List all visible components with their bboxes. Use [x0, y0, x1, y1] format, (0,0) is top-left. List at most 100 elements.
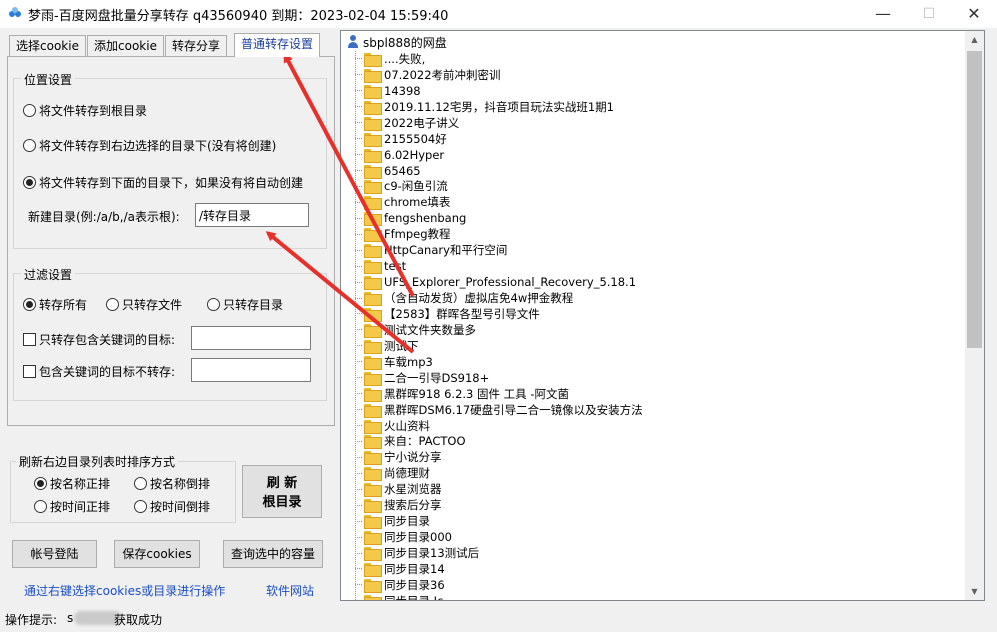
close-button[interactable]: ✕ [951, 0, 997, 28]
folder-icon [364, 196, 382, 211]
folder-icon [364, 276, 382, 291]
scroll-up-icon[interactable]: ▲ [965, 31, 984, 48]
query-capacity-button[interactable]: 查询选中的容量 [223, 540, 323, 568]
tree-folder-item[interactable]: 宁小说分享 [355, 449, 955, 466]
option-label: 按时间倒排 [150, 500, 211, 514]
folder-icon [364, 100, 382, 115]
tree-folder-item[interactable]: 来自：PACTOO [355, 434, 955, 450]
checkbox-indicator[interactable] [23, 333, 36, 346]
tab-transfer-share[interactable]: 转存分享 [165, 35, 228, 57]
tab-normal-transfer-settings[interactable]: 普通转存设置 [234, 33, 321, 57]
sort-option-time-asc[interactable]: 按时间正排 [34, 498, 110, 515]
tree-folder-item[interactable]: 同步目录000 [355, 529, 955, 546]
refresh-root-button[interactable]: 刷 新 根目录 [242, 465, 322, 518]
folder-icon [364, 467, 382, 482]
sort-option-time-desc[interactable]: 按时间倒排 [134, 498, 210, 515]
tree-folder-item[interactable]: 6.02Hyper [355, 147, 955, 163]
refresh-root-line1: 刷 新 [266, 476, 298, 491]
location-option-root[interactable]: 将文件转存到根目录 [23, 102, 147, 119]
sort-option-name-desc[interactable]: 按名称倒排 [134, 475, 210, 492]
tree-folder-item[interactable]: 搜索后分享 [355, 497, 955, 514]
save-cookies-button[interactable]: 保存cookies [114, 540, 200, 568]
radio-indicator[interactable] [106, 298, 119, 311]
minimize-button[interactable]: — [860, 0, 906, 28]
user-icon [347, 35, 359, 49]
radio-indicator[interactable] [23, 298, 36, 311]
tree-folder-item[interactable]: chrome填表 [355, 194, 955, 211]
tree-folder-item[interactable]: 【2583】群晖各型号引导文件 [355, 306, 955, 322]
exclude-keyword-checkbox[interactable]: 包含关键词的目标不转存: [23, 363, 175, 380]
tree-folder-item[interactable]: 二合一引导DS918+ [355, 370, 955, 386]
tree-folder-item[interactable]: 07.2022考前冲刺密训 [355, 67, 955, 83]
location-option-custom-dir[interactable]: 将文件转存到下面的目录下，如果没有将自动创建 [23, 174, 303, 191]
account-login-button[interactable]: 帐号登陆 [12, 540, 97, 568]
tree-root-node[interactable]: sbpl888的网盘 [347, 34, 447, 50]
folder-icon [364, 212, 382, 227]
checkbox-label: 包含关键词的目标不转存: [39, 365, 176, 379]
tree-folder-item[interactable]: 2022电子讲义 [355, 115, 955, 131]
option-label: 只转存目录 [223, 298, 284, 312]
tree-folder-item[interactable]: 黑群晖DSM6.17硬盘引导二合一镜像以及安装方法 [355, 402, 955, 418]
tree-folder-item[interactable]: 14398 [355, 83, 955, 99]
folder-name: 同步目录13测试后 [384, 546, 480, 561]
tree-folder-item[interactable]: 测试下 [355, 338, 955, 354]
radio-indicator[interactable] [134, 477, 147, 490]
tree-folder-item[interactable]: 同步目录 [355, 513, 955, 530]
tree-folder-item[interactable]: 火山资料 [355, 418, 955, 434]
tree-folder-item[interactable]: 同步目录14 [355, 561, 955, 577]
include-keyword-input[interactable] [191, 326, 311, 350]
radio-indicator[interactable] [23, 176, 36, 189]
radio-indicator[interactable] [207, 298, 220, 311]
exclude-keyword-input[interactable] [191, 358, 311, 382]
tree-folder-item[interactable]: 2155504好 [355, 131, 955, 147]
scroll-thumb[interactable] [967, 51, 982, 348]
tree-folder-item[interactable]: 2019.11.12宅男，抖音项目玩法实战班1期1 [355, 99, 955, 115]
tree-folder-item[interactable]: 车载mp3 [355, 354, 955, 370]
tree-folder-item[interactable]: test [355, 258, 955, 275]
folder-icon [364, 260, 382, 275]
tree-folder-item[interactable]: c9-闲鱼引流 [355, 179, 955, 195]
sort-option-name-asc[interactable]: 按名称正排 [34, 475, 110, 492]
tab-add-cookie[interactable]: 添加cookie [87, 35, 164, 57]
tree-folder-item[interactable]: 同步目录 Jc [355, 593, 955, 600]
tree-folder-item[interactable]: 尚德理财 [355, 465, 955, 482]
filter-option-files-only[interactable]: 只转存文件 [106, 296, 182, 313]
tree-scrollbar[interactable]: ▲ ▼ [965, 31, 984, 600]
tree-folder-item[interactable]: HttpCanary和平行空间 [355, 242, 955, 259]
tree-folder-item[interactable]: 测试文件夹数量多 [355, 322, 955, 338]
tree-folder-item[interactable]: UFS_Explorer_Professional_Recovery_5.18.… [355, 274, 955, 291]
tree-folder-item[interactable]: 黑群晖918 6.2.3 固件 工具 -阿文菌 [355, 386, 955, 402]
tab-select-cookie[interactable]: 选择cookie [9, 35, 86, 57]
software-website-link[interactable]: 软件网站 [266, 582, 314, 599]
radio-indicator[interactable] [34, 477, 47, 490]
folder-name: UFS_Explorer_Professional_Recovery_5.18.… [384, 275, 637, 290]
netdisk-tree[interactable]: sbpl888的网盘 ....失败, 07.2022考前冲刺密训 14398 2019… [340, 30, 985, 601]
checkbox-indicator[interactable] [23, 365, 36, 378]
filter-option-dirs-only[interactable]: 只转存目录 [207, 296, 283, 313]
folder-name: c9-闲鱼引流 [384, 179, 448, 194]
location-option-right-dir[interactable]: 将文件转存到右边选择的目录下(没有将创建) [23, 137, 276, 154]
folder-name: 水星浏览器 [384, 482, 442, 497]
checkbox-label: 只转存包含关键词的目标: [39, 333, 176, 347]
tree-folder-item[interactable]: fengshenbang [355, 210, 955, 227]
radio-indicator[interactable] [34, 500, 47, 513]
include-keyword-checkbox[interactable]: 只转存包含关键词的目标: [23, 331, 175, 348]
tree-folder-item[interactable]: 65465 [355, 163, 955, 179]
radio-indicator[interactable] [23, 139, 36, 152]
new-dir-input[interactable] [195, 203, 309, 227]
folder-name: 黑群晖DSM6.17硬盘引导二合一镜像以及安装方法 [384, 402, 643, 417]
tree-item-list: ....失败, 07.2022考前冲刺密训 14398 2019.11.12宅男，抖音… [355, 51, 955, 600]
radio-indicator[interactable] [23, 104, 36, 117]
scroll-down-icon[interactable]: ▼ [965, 583, 984, 600]
filter-option-all[interactable]: 转存所有 [23, 296, 87, 313]
tree-folder-item[interactable]: 同步目录36 [355, 577, 955, 593]
tree-folder-item[interactable]: 同步目录13测试后 [355, 545, 955, 562]
tree-folder-item[interactable]: ....失败, [355, 51, 955, 67]
tree-folder-item[interactable]: 水星浏览器 [355, 481, 955, 498]
right-click-hint-link[interactable]: 通过右键选择cookies或目录进行操作 [24, 582, 225, 599]
tree-folder-item[interactable]: Ffmpeg教程 [355, 226, 955, 243]
tree-folder-item[interactable]: （含自动发货）虚拟店免4w押金教程 [355, 290, 955, 307]
option-label: 将文件转存到右边选择的目录下(没有将创建) [39, 139, 277, 153]
maximize-button[interactable]: ☐ [906, 0, 952, 28]
radio-indicator[interactable] [134, 500, 147, 513]
